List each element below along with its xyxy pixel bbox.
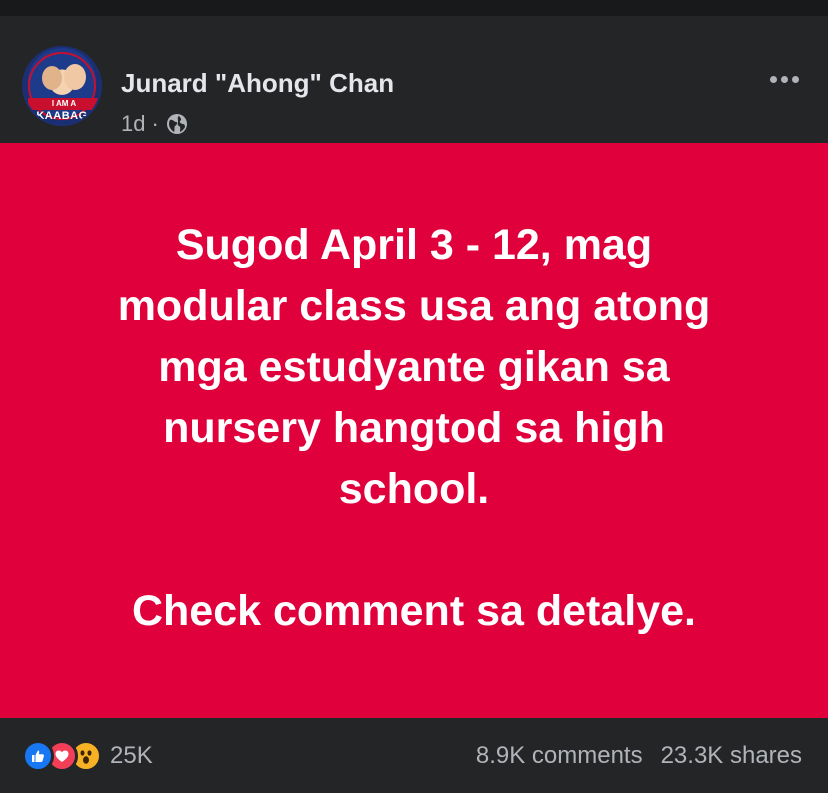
like-icon bbox=[22, 740, 54, 772]
post-time[interactable]: 1d bbox=[121, 110, 145, 138]
post-footer: 25K 8.9K comments 23.3K shares bbox=[0, 718, 828, 793]
post-header: I AM A KAABAG Junard "Ahong" Chan 1d · bbox=[0, 16, 828, 143]
avatar-banner-text: I AM A bbox=[28, 98, 100, 110]
shares-count-link[interactable]: 23.3K shares bbox=[661, 740, 802, 772]
reactions-summary[interactable]: 25K bbox=[22, 740, 153, 772]
post-text-line: Sugod April 3 - 12, mag bbox=[175, 221, 653, 269]
meta-separator: · bbox=[151, 111, 159, 136]
avatar-brand-text: KAABAG bbox=[36, 110, 88, 122]
more-dot bbox=[769, 75, 777, 83]
post-text-line: modular class usa ang atong bbox=[117, 282, 711, 330]
post-text-line: school. bbox=[338, 465, 490, 513]
engagement-counts: 8.9K comments 23.3K shares bbox=[476, 740, 802, 772]
author-name[interactable]: Junard "Ahong" Chan bbox=[121, 68, 394, 98]
more-dot bbox=[780, 75, 788, 83]
comments-count-link[interactable]: 8.9K comments bbox=[476, 740, 643, 772]
more-dot bbox=[791, 75, 799, 83]
globe-icon[interactable] bbox=[165, 112, 189, 136]
top-bar bbox=[0, 0, 828, 16]
post-meta: 1d · bbox=[121, 110, 189, 138]
post-text-line: mga estudyante gikan sa bbox=[158, 343, 670, 391]
post-text-background: Sugod April 3 - 12, mag modular class us… bbox=[0, 143, 828, 718]
avatar-face-left bbox=[42, 66, 62, 90]
post-text-line: nursery hangtod sa high bbox=[163, 404, 665, 452]
reaction-count: 25K bbox=[110, 742, 153, 769]
post-closing-line: Check comment sa detalye. bbox=[131, 587, 697, 635]
avatar[interactable]: I AM A KAABAG bbox=[22, 46, 102, 126]
post-text: Sugod April 3 - 12, mag modular class us… bbox=[54, 215, 774, 642]
avatar-face-right bbox=[64, 64, 86, 90]
more-options-icon[interactable] bbox=[764, 64, 804, 94]
